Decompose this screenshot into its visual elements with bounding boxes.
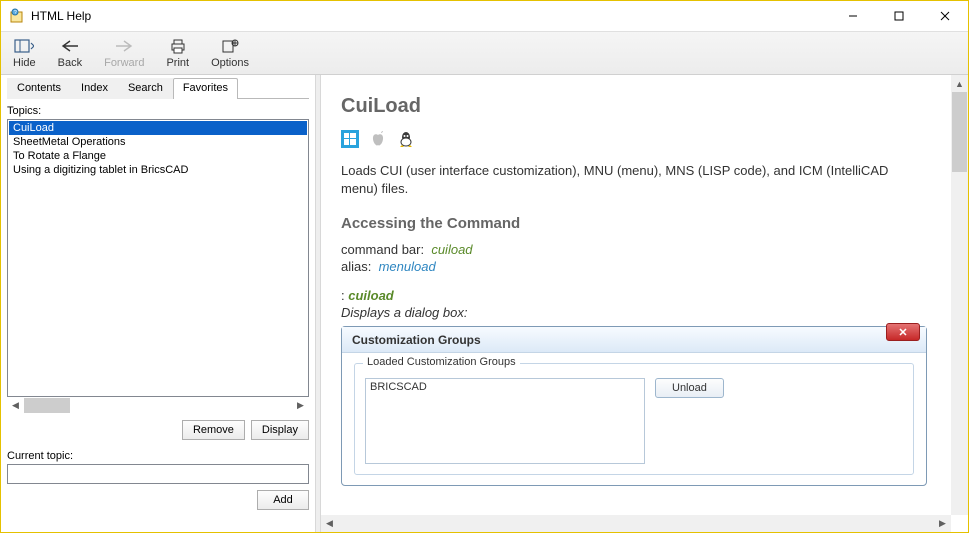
scroll-thumb[interactable] [24,398,70,413]
print-button[interactable]: Print [162,35,193,71]
displays-text: Displays a dialog box: [341,305,927,320]
display-button[interactable]: Display [251,420,309,440]
dialog-close-icon: ✕ [886,323,920,341]
back-button[interactable]: Back [54,35,86,71]
topics-label: Topics: [7,105,309,117]
command-bar-label: command bar: [341,242,424,257]
topics-list[interactable]: CuiLoad SheetMetal Operations To Rotate … [7,119,309,397]
current-topic-input[interactable] [7,464,309,484]
maximize-button[interactable] [876,1,922,31]
tab-index[interactable]: Index [71,78,118,99]
hide-label: Hide [13,57,36,69]
dialog-fieldset: Loaded Customization Groups BRICSCAD Unl… [354,363,914,475]
titlebar: ? HTML Help [1,1,968,31]
back-label: Back [58,57,82,69]
window-title: HTML Help [31,9,830,23]
minimize-button[interactable] [830,1,876,31]
print-icon [168,37,188,55]
nav-tabs: Contents Index Search Favorites [7,77,309,99]
dialog-title: Customization Groups [352,333,481,347]
forward-icon [114,37,134,55]
list-item[interactable]: To Rotate a Flange [9,149,307,163]
section-heading: Accessing the Command [341,215,927,232]
app-icon: ? [9,8,25,24]
dialog-image: Customization Groups ✕ Loaded Customizat… [341,326,927,486]
vertical-scrollbar[interactable]: ▲ [951,75,968,515]
svg-text:?: ? [14,10,17,16]
nav-pane: Contents Index Search Favorites Topics: … [1,75,315,532]
options-icon [220,37,240,55]
windows-icon [341,130,359,148]
command-bar-row: command bar: cuiload [341,242,927,257]
window-controls [830,1,968,31]
current-topic-label: Current topic: [7,450,309,462]
forward-button[interactable]: Forward [100,35,148,71]
alias-label: alias: [341,259,371,274]
list-item[interactable]: Using a digitizing tablet in BricsCAD [9,163,307,177]
listbox-item: BRICSCAD [370,381,640,393]
linux-icon [397,130,415,148]
print-label: Print [166,57,189,69]
options-label: Options [211,57,249,69]
back-icon [60,37,80,55]
forward-label: Forward [104,57,144,69]
description: Loads CUI (user interface customization)… [341,162,927,197]
tab-search[interactable]: Search [118,78,173,99]
toolbar: Hide Back Forward Print Options [1,31,968,75]
add-button[interactable]: Add [257,490,309,510]
scroll-right-icon[interactable]: ▶ [934,515,951,532]
topics-hscrollbar[interactable]: ◀ ▶ [7,397,309,414]
scroll-left-icon[interactable]: ◀ [321,515,338,532]
prompt: : cuiload [341,288,927,303]
options-button[interactable]: Options [207,35,253,71]
remove-button[interactable]: Remove [182,420,245,440]
fieldset-legend: Loaded Customization Groups [363,356,520,368]
command-bar-value: cuiload [431,242,472,257]
scroll-thumb[interactable] [952,92,967,172]
scroll-up-icon[interactable]: ▲ [951,75,968,92]
content-pane: CuiLoad Loads CUI (user interface custom… [321,75,968,532]
os-icons [341,130,927,148]
dialog-titlebar: Customization Groups ✕ [342,327,926,353]
page-title: CuiLoad [341,95,927,118]
dialog-listbox: BRICSCAD [365,378,645,464]
list-item[interactable]: CuiLoad [9,121,307,135]
tab-contents[interactable]: Contents [7,78,71,99]
alias-row: alias: menuload [341,259,927,274]
horizontal-scrollbar[interactable]: ◀ ▶ [321,515,951,532]
tab-favorites[interactable]: Favorites [173,78,238,99]
hide-button[interactable]: Hide [9,35,40,71]
content: CuiLoad Loads CUI (user interface custom… [321,75,951,515]
hide-icon [14,37,34,55]
list-item[interactable]: SheetMetal Operations [9,135,307,149]
close-button[interactable] [922,1,968,31]
alias-value[interactable]: menuload [379,259,436,274]
unload-button: Unload [655,378,724,398]
apple-icon [369,130,387,148]
